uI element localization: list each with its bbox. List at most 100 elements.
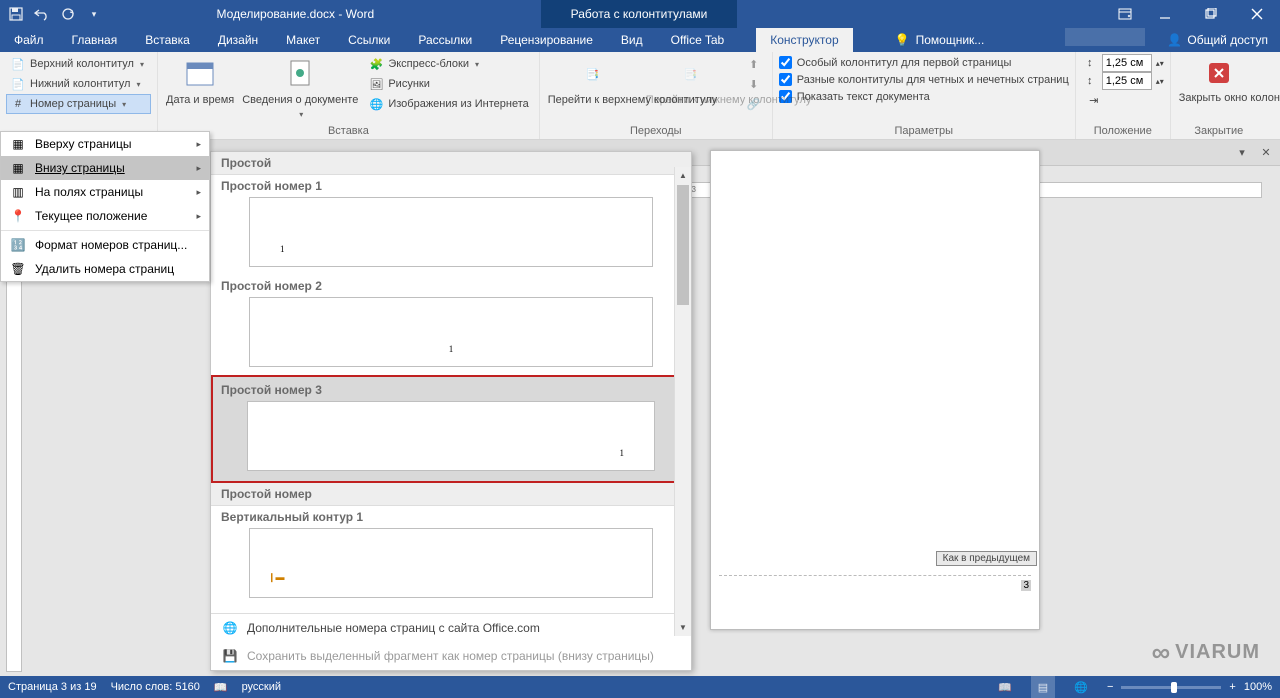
page-number-icon: # [10,96,26,112]
maximize-button[interactable] [1188,0,1234,28]
footer-area[interactable]: 3 [719,575,1031,591]
close-button[interactable] [1234,0,1280,28]
quick-parts-button[interactable]: 🧩Экспресс-блоки [364,54,532,74]
top-page-icon: ▦ [9,136,27,152]
gallery-scrollbar[interactable]: ▲ ▼ [674,167,691,636]
footer-from-bottom-spinner[interactable]: ↕▴▾ [1082,72,1164,90]
zoom-slider[interactable] [1121,686,1221,689]
gallery-item-3[interactable]: Простой номер 3 1 [211,375,691,483]
tab-file[interactable]: Файл [0,28,58,52]
prev-section-button[interactable]: ⬆ [742,54,766,74]
scroll-up-icon[interactable]: ▲ [675,167,691,184]
office-icon: 🌐 [221,620,239,636]
status-page[interactable]: Страница 3 из 19 [8,681,97,693]
insert-alignment-tab-button[interactable]: ⇥ [1082,90,1164,110]
web-layout-icon[interactable]: 🌐 [1069,676,1093,698]
qat-customize-icon[interactable]: ▾ [86,6,102,22]
gallery-item-4[interactable]: Вертикальный контур 1 ❙▬ [211,506,691,606]
odd-even-pages-checkbox[interactable]: Разные колонтитулы для четных и нечетных… [779,71,1069,88]
share-icon: 👤 [1167,33,1182,47]
tab-insert[interactable]: Вставка [131,28,204,52]
ribbon-display-options-icon[interactable] [1108,0,1142,28]
tab-review[interactable]: Рецензирование [486,28,607,52]
gallery-footer: 🌐Дополнительные номера страниц с сайта O… [211,613,691,670]
page: Как в предыдущем 3 [710,150,1040,630]
tab-design[interactable]: Дизайн [204,28,272,52]
scroll-down-icon[interactable]: ▼ [675,619,691,636]
menu-remove-page-numbers[interactable]: 🗑Удалить номера страниц [1,257,209,281]
minimize-button[interactable] [1142,0,1188,28]
save-icon[interactable] [8,6,24,22]
doc-close-icon[interactable]: ✕ [1258,145,1274,161]
quick-parts-icon: 🧩 [368,56,384,72]
menu-top-of-page[interactable]: ▦Вверху страницы▸ [1,132,209,156]
group-label-options: Параметры [779,125,1069,139]
status-word-count[interactable]: Число слов: 5160 [111,681,200,693]
doc-dropdown-icon[interactable]: ▾ [1234,145,1250,161]
doc-info-button[interactable]: Сведения о документе [240,54,360,123]
tab-officetab[interactable]: Office Tab [657,28,739,52]
menu-format-page-numbers[interactable]: 🔢Формат номеров страниц... [1,233,209,257]
contextual-tab-title: Работа с колонтитулами [541,0,738,28]
scroll-thumb[interactable] [677,185,689,305]
group-label-nav: Переходы [546,125,766,139]
date-time-button[interactable]: Дата и время [164,54,236,110]
read-mode-icon[interactable]: 📖 [993,676,1017,698]
tab-references[interactable]: Ссылки [334,28,404,52]
link-previous-button[interactable]: 🔗 [742,94,766,114]
online-picture-icon: 🌐 [368,96,384,112]
zoom-value[interactable]: 100% [1244,681,1272,693]
footer-icon: 📄 [10,76,26,92]
bottom-page-icon: ▦ [9,160,27,176]
tab-mailings[interactable]: Рассылки [404,28,486,52]
gallery-item-2[interactable]: Простой номер 2 1 [211,275,691,375]
menu-page-margins[interactable]: ▥На полях страницы▸ [1,180,209,204]
page-number-button[interactable]: #Номер страницы [6,94,151,114]
goto-header-button[interactable]: 📑Перейти к верхнему колонтитулу [546,54,640,110]
menu-current-position[interactable]: 📍Текущее положение▸ [1,204,209,228]
header-icon: 📄 [10,56,26,72]
redo-icon[interactable] [60,6,76,22]
chevron-right-icon: ▸ [196,211,201,222]
calendar-icon [184,58,216,90]
status-language[interactable]: русский [242,681,281,693]
show-doc-text-checkbox[interactable]: Показать текст документа [779,88,1069,105]
gallery-section-simple: Простой [211,152,691,175]
print-layout-icon[interactable]: ▤ [1031,676,1055,698]
chevron-right-icon: ▸ [196,187,201,198]
online-pictures-button[interactable]: 🌐Изображения из Интернета [364,94,532,114]
chevron-right-icon: ▸ [196,163,201,174]
share-button[interactable]: 👤Общий доступ [1155,28,1280,52]
header-from-top-spinner[interactable]: ↕▴▾ [1082,54,1164,72]
account-area[interactable] [1065,28,1145,46]
zoom-out-icon[interactable]: − [1107,681,1113,693]
tab-home[interactable]: Главная [58,28,132,52]
titlebar: ▾ Моделирование.docx - Word Работа с кол… [0,0,1280,28]
tab-view[interactable]: Вид [607,28,657,52]
menu-bottom-of-page[interactable]: ▦Внизу страницы▸ [1,156,209,180]
pictures-button[interactable]: 🖼Рисунки [364,74,532,94]
remove-icon: 🗑 [9,261,27,277]
different-first-page-checkbox[interactable]: Особый колонтитул для первой страницы [779,54,1069,71]
chevron-right-icon: ▸ [196,139,201,150]
header-button[interactable]: 📄Верхний колонтитул [6,54,151,74]
status-proofing-icon[interactable]: 📖 [214,681,228,694]
ribbon: 📄Верхний колонтитул 📄Нижний колонтитул #… [0,52,1280,140]
next-section-button[interactable]: ⬇ [742,74,766,94]
margins-icon: ▥ [9,184,27,200]
gallery-more-online[interactable]: 🌐Дополнительные номера страниц с сайта O… [211,614,691,642]
page-number-menu: ▦Вверху страницы▸ ▦Внизу страницы▸ ▥На п… [0,131,210,282]
ribbon-tabs: Файл Главная Вставка Дизайн Макет Ссылки… [0,28,1280,52]
tab-designer[interactable]: Конструктор [756,28,852,52]
gallery-item-1[interactable]: Простой номер 1 1 [211,175,691,275]
zoom-in-icon[interactable]: + [1229,681,1235,693]
footer-button[interactable]: 📄Нижний колонтитул [6,74,151,94]
tab-layout[interactable]: Макет [272,28,334,52]
zoom-control[interactable]: − + 100% [1107,681,1272,693]
tell-me[interactable]: 💡Помощник... [883,28,997,52]
status-bar: Страница 3 из 19 Число слов: 5160 📖 русс… [0,676,1280,698]
prev-icon: ⬆ [746,56,762,72]
window-controls [1142,0,1280,28]
undo-icon[interactable] [34,6,50,22]
close-header-footer-button[interactable]: Закрыть окно колонтитулов [1177,54,1261,108]
